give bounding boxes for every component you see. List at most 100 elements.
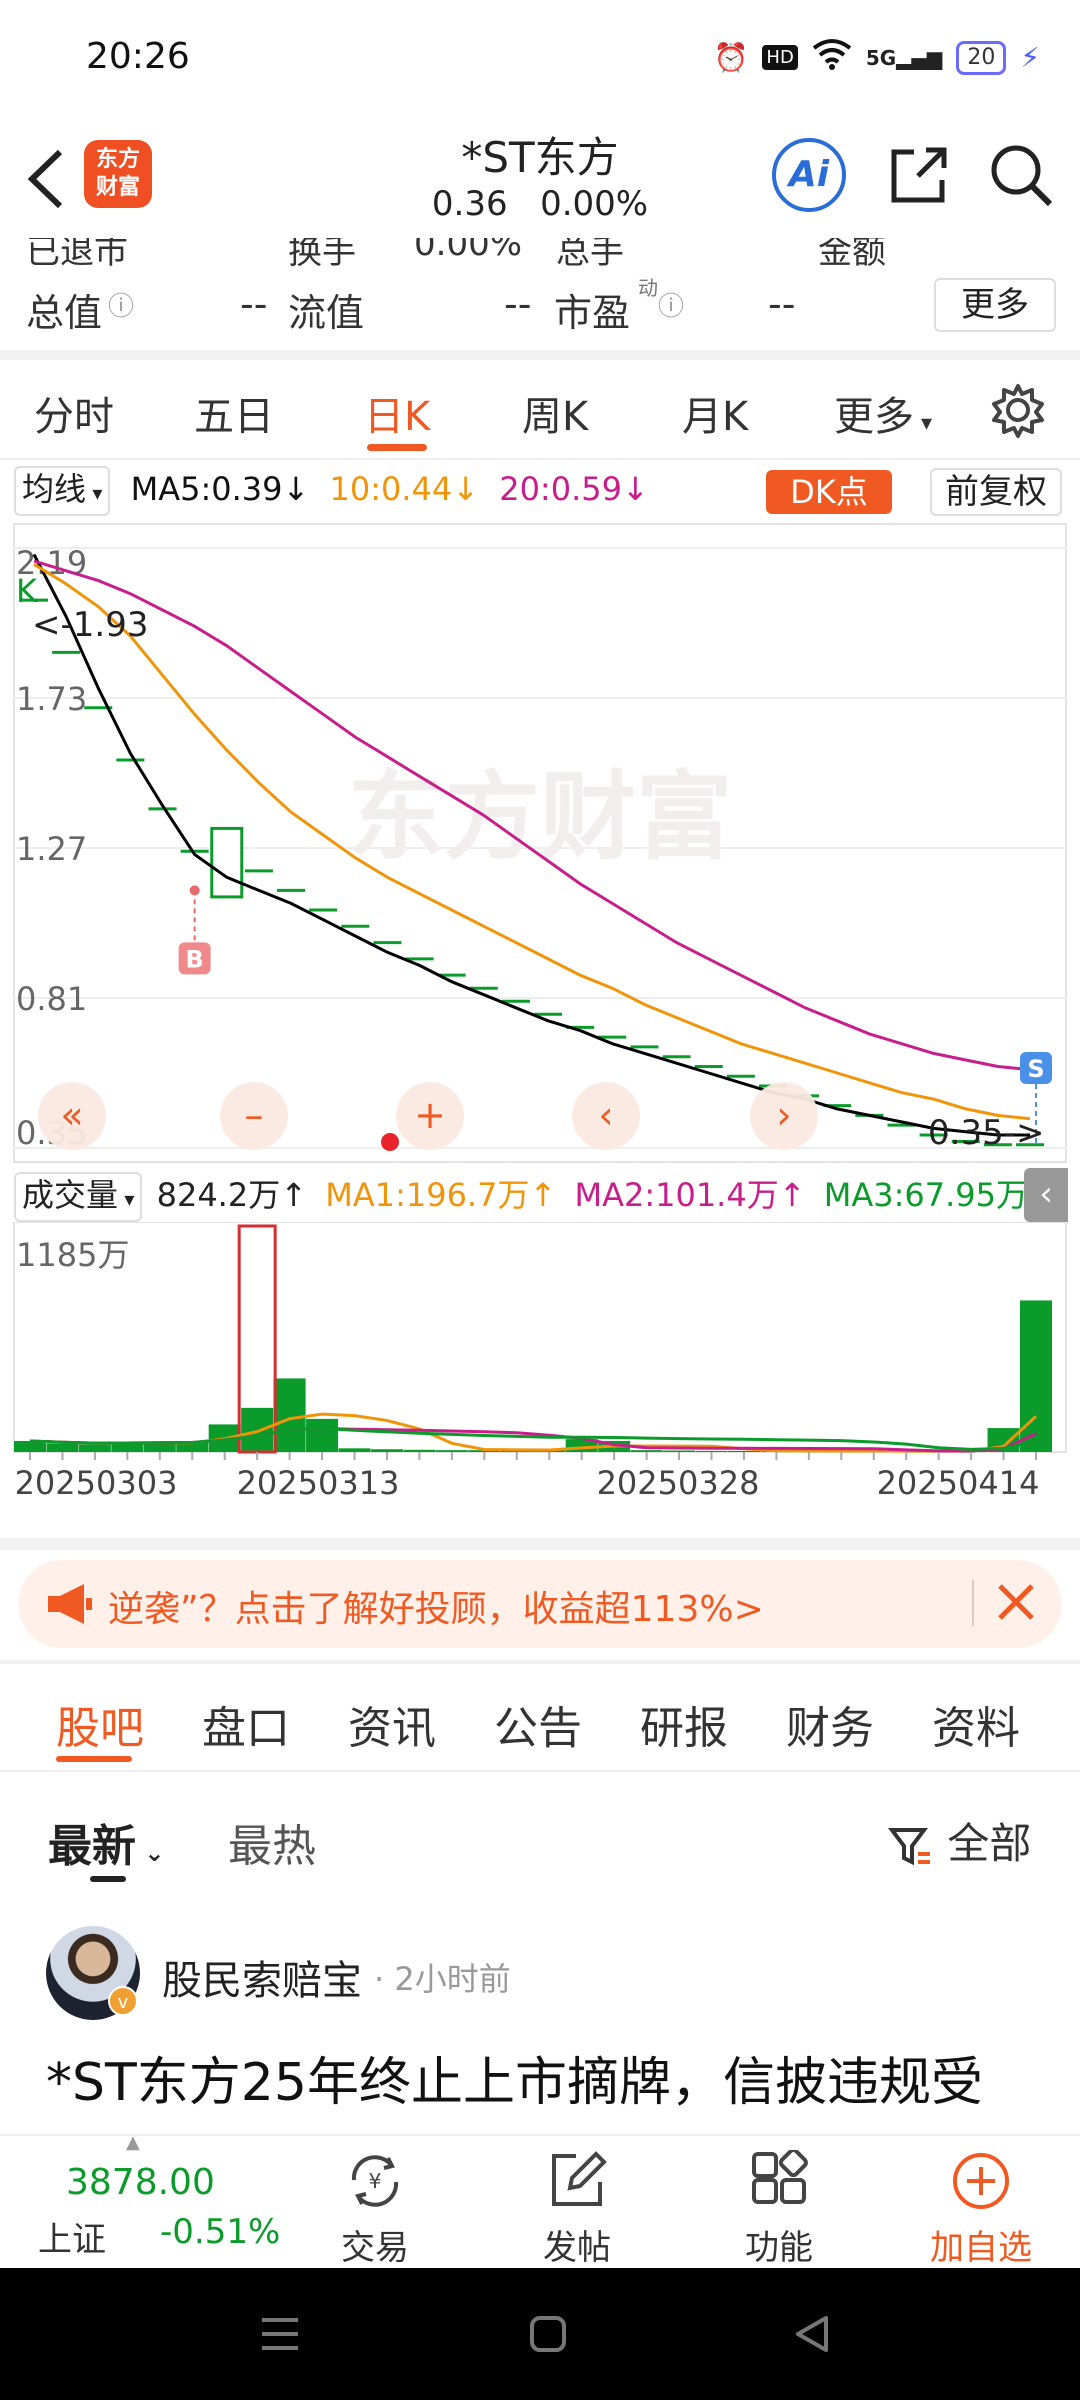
filter-button[interactable]: 全部 bbox=[888, 1810, 1031, 1871]
volume-bar bbox=[46, 1443, 79, 1452]
y-tick-label: 1.27 bbox=[16, 830, 87, 868]
post-title[interactable]: *ST东方25年终止上市摘牌，信披违规受 bbox=[46, 2040, 983, 2115]
author-name[interactable]: 股民索赔宝 bbox=[162, 1948, 362, 2006]
share-button[interactable] bbox=[884, 140, 954, 210]
x-tick-label: 20250328 bbox=[597, 1464, 760, 1502]
volume-bar bbox=[403, 1449, 436, 1452]
add-watchlist-button[interactable]: 加自选 bbox=[906, 2136, 1056, 2270]
pan-left-icon[interactable]: ‹ bbox=[598, 1093, 613, 1137]
tab-intraday[interactable]: 分时 bbox=[34, 384, 114, 442]
more-indicators-button[interactable]: 更多 bbox=[934, 278, 1056, 332]
tab-forum[interactable]: 股吧 bbox=[56, 1692, 144, 1756]
back-nav-icon[interactable] bbox=[790, 2312, 834, 2356]
volume-value-text: 824.2万 bbox=[156, 1176, 281, 1214]
ai-assistant-button[interactable]: Ai bbox=[772, 138, 846, 212]
volume-title: 成交量 bbox=[22, 1176, 119, 1214]
stock-name: *ST东方 bbox=[461, 133, 619, 182]
volume-bar bbox=[338, 1448, 371, 1452]
ma-type-select[interactable]: 均线 ▾ bbox=[14, 466, 111, 516]
period-tabs: 分时 五日 日K 周K 月K 更多 ▾ bbox=[0, 360, 1080, 460]
trade-button[interactable]: ¥ 交易 bbox=[300, 2136, 450, 2270]
post-label: 发帖 bbox=[543, 2228, 611, 2268]
promo-banner[interactable]: 逆袭”？点击了解好投顾，收益超113%> bbox=[18, 1560, 1062, 1648]
tab-order-book[interactable]: 盘口 bbox=[202, 1692, 290, 1756]
high-price-tag: <-1.93 bbox=[32, 605, 148, 645]
filter-icon bbox=[888, 1827, 930, 1865]
back-button[interactable] bbox=[22, 144, 72, 214]
dk-point-button[interactable]: DK点 bbox=[766, 470, 892, 514]
turnover-value: 0.00% bbox=[414, 238, 523, 264]
signal-icon: 5G▂▄▆ bbox=[865, 45, 943, 70]
chevron-down-icon: ⌄ bbox=[136, 1839, 165, 1867]
tab-profile[interactable]: 资料 bbox=[932, 1692, 1020, 1756]
menu-icon[interactable] bbox=[258, 2314, 302, 2354]
volume-chart[interactable]: 1185万 20250303 20250313 20250328 20250414 bbox=[0, 1222, 1080, 1540]
collapse-panel-button[interactable]: ‹ bbox=[1024, 1168, 1068, 1222]
info-icon[interactable]: ⓘ bbox=[658, 286, 684, 323]
post-button[interactable]: 发帖 bbox=[502, 2136, 652, 2270]
divider bbox=[0, 1660, 1080, 1664]
banner-text: 逆袭”？点击了解好投顾，收益超113%> bbox=[108, 1589, 764, 1630]
tab-daily-k[interactable]: 日K bbox=[364, 384, 430, 442]
volume-bar bbox=[370, 1449, 403, 1452]
tab-more[interactable]: 更多 ▾ bbox=[834, 384, 932, 442]
float-value-label: 流值 bbox=[288, 291, 365, 335]
ma20-value: 20:0.59↓ bbox=[499, 470, 649, 508]
tab-five-day[interactable]: 五日 bbox=[194, 384, 274, 442]
post-time: · 2小时前 bbox=[374, 1960, 511, 1998]
add-circle-icon bbox=[953, 2153, 1009, 2209]
turnover-label: 换手 bbox=[288, 238, 356, 268]
stock-change: 0.00% bbox=[540, 184, 649, 224]
info-icon[interactable]: ⓘ bbox=[108, 286, 134, 323]
gear-icon bbox=[992, 384, 1044, 438]
sort-latest[interactable]: 最新 ⌄ bbox=[48, 1810, 164, 1874]
expand-up-icon[interactable]: ▲ bbox=[126, 2132, 140, 2153]
vol-ma2: MA2:101.4万↑ bbox=[574, 1176, 806, 1214]
wifi-icon bbox=[812, 38, 852, 77]
app-root: { "status_bar": {"time": "20:26", "batte… bbox=[0, 0, 1080, 2400]
volume-value: 824.2万↑ bbox=[156, 1176, 308, 1214]
zoom-out-icon[interactable]: – bbox=[245, 1093, 264, 1137]
adjust-mode-button[interactable]: 前复权 bbox=[930, 468, 1062, 516]
share-icon bbox=[891, 147, 947, 203]
ma5-value: MA5:0.39↓ bbox=[130, 470, 310, 508]
index-value[interactable]: 3878.00 bbox=[66, 2162, 215, 2203]
banner-divider bbox=[972, 1580, 974, 1626]
banner-close-button[interactable] bbox=[986, 1572, 1046, 1632]
indicator-row: 总值 ⓘ -- 流值 -- 市盈 动 ⓘ -- bbox=[0, 268, 1080, 348]
zoom-in-icon[interactable]: + bbox=[414, 1093, 446, 1137]
pe-label: 市盈 bbox=[554, 291, 631, 335]
divider bbox=[0, 458, 1080, 460]
tab-monthly-k[interactable]: 月K bbox=[682, 384, 748, 442]
k-line-chart[interactable]: 东方财富2.191.731.270.810.35KBS<-1.930.35->«… bbox=[0, 520, 1080, 1170]
functions-button[interactable]: 功能 bbox=[704, 2136, 854, 2270]
hd-icon: HD bbox=[762, 45, 798, 70]
tab-announcements[interactable]: 公告 bbox=[494, 1692, 582, 1756]
volume-label: 总手 bbox=[556, 238, 624, 268]
sell-marker-label: S bbox=[1027, 1055, 1044, 1083]
y-tick-label: 1.73 bbox=[16, 680, 87, 718]
home-icon[interactable] bbox=[526, 2312, 570, 2356]
ma20-text: 20:0.59 bbox=[499, 470, 622, 508]
chart-settings-button[interactable] bbox=[988, 380, 1048, 444]
x-tick-label: 20250303 bbox=[15, 1464, 178, 1502]
tab-finance[interactable]: 财务 bbox=[786, 1692, 874, 1756]
volume-bar bbox=[663, 1450, 696, 1452]
index-change: -0.51% bbox=[160, 2212, 281, 2252]
sort-hot[interactable]: 最热 bbox=[228, 1810, 316, 1874]
trade-label: 交易 bbox=[341, 2228, 409, 2268]
tab-news[interactable]: 资讯 bbox=[348, 1692, 436, 1756]
volume-bar bbox=[695, 1450, 728, 1452]
caret-down-icon: ▾ bbox=[86, 481, 103, 505]
brand-logo: 东方 财富 bbox=[84, 140, 152, 208]
tab-research[interactable]: 研报 bbox=[640, 1692, 728, 1756]
pan-right-icon[interactable]: › bbox=[776, 1093, 791, 1137]
tab-weekly-k[interactable]: 周K bbox=[522, 384, 588, 442]
megaphone-icon bbox=[48, 1584, 92, 1624]
low-price-tag: 0.35-> bbox=[928, 1113, 1044, 1153]
search-button[interactable] bbox=[986, 140, 1056, 210]
zoom-out-far-icon[interactable]: « bbox=[60, 1093, 83, 1137]
stock-quote: 0.36 0.00% bbox=[340, 184, 740, 224]
volume-bar bbox=[727, 1450, 760, 1452]
volume-indicator-select[interactable]: 成交量 ▾ bbox=[14, 1172, 143, 1222]
